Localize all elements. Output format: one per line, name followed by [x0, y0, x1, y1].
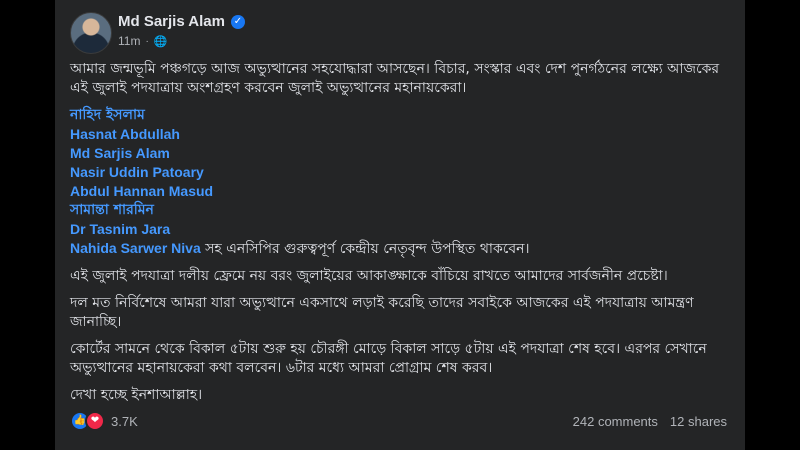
- mention-list: নাহিদ ইসলাম Hasnat Abdullah Md Sarjis Al…: [70, 106, 733, 259]
- reaction-count: 3.7K: [111, 413, 138, 429]
- globe-icon[interactable]: 🌐: [154, 35, 168, 48]
- post-body: আমার জন্মভূমি পঞ্চগড়ে আজ অভ্যুত্থানের স…: [70, 60, 733, 413]
- mention-link[interactable]: সামান্তা শারমিন: [70, 201, 733, 220]
- author-avatar[interactable]: [70, 12, 112, 54]
- love-icon: ❤: [85, 411, 105, 431]
- post-card: Md Sarjis Alam ✓ 11m · 🌐 আমার জন্মভূমি প…: [55, 0, 745, 450]
- mention-link[interactable]: Nasir Uddin Patoary: [70, 163, 733, 182]
- post-time[interactable]: 11m: [118, 34, 140, 48]
- mention-link[interactable]: Hasnat Abdullah: [70, 125, 733, 144]
- post-meta: 11m · 🌐: [118, 34, 168, 48]
- reactions-summary[interactable]: 👍 ❤ 3.7K: [70, 411, 138, 431]
- post-footer: 👍 ❤ 3.7K 242 comments 12 shares: [70, 410, 727, 432]
- post-paragraph: কোর্টের সামনে থেকে বিকাল ৫টায় শুরু হয় …: [70, 341, 707, 376]
- mention-link[interactable]: Dr Tasnim Jara: [70, 220, 733, 239]
- post-paragraph: দেখা হচ্ছে ইনশাআল্লাহ।: [70, 387, 203, 403]
- author-name[interactable]: Md Sarjis Alam: [118, 13, 225, 30]
- verified-badge-icon: ✓: [230, 14, 245, 29]
- mention-link[interactable]: Nahida Sarwer Niva: [70, 240, 201, 256]
- mention-line: Nahida Sarwer Niva সহ এনসিপির গুরুত্বপূর…: [70, 239, 733, 259]
- comments-count[interactable]: 242 comments: [573, 414, 658, 429]
- post-paragraph: দল মত নির্বিশেষে আমরা যারা অভ্যুত্থানে এ…: [70, 295, 694, 330]
- mention-suffix: সহ এনসিপির গুরুত্বপূর্ণ কেন্দ্রীয় নেতৃব…: [200, 241, 530, 257]
- meta-separator: ·: [145, 35, 149, 47]
- author-row: Md Sarjis Alam ✓: [118, 13, 245, 30]
- mention-link[interactable]: Abdul Hannan Masud: [70, 182, 733, 201]
- shares-count[interactable]: 12 shares: [670, 414, 727, 429]
- post-paragraph: আমার জন্মভূমি পঞ্চগড়ে আজ অভ্যুত্থানের স…: [70, 61, 720, 96]
- post-paragraph: এই জুলাই পদযাত্রা দলীয় ফ্রেমে নয় বরং জ…: [70, 268, 668, 284]
- mention-link[interactable]: নাহিদ ইসলাম: [70, 106, 733, 125]
- mention-link[interactable]: Md Sarjis Alam: [70, 144, 733, 163]
